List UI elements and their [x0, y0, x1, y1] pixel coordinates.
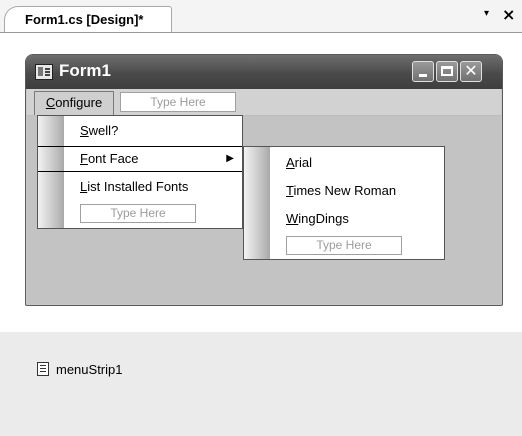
type-here-menubar[interactable]: Type Here	[120, 92, 236, 112]
menu-item-times-label: Times New Roman	[286, 183, 397, 198]
font-face-submenu: Arial Times New Roman WingDings Type Her…	[243, 146, 445, 260]
minimize-icon	[419, 74, 427, 77]
menu-item-times-new-roman[interactable]: Times New Roman	[244, 178, 444, 204]
menu-item-font-face-label: Font Face	[80, 151, 139, 166]
form-title: Form1	[59, 61, 111, 80]
component-tray	[0, 320, 522, 436]
menu-item-list-fonts-label: List Installed Fonts	[80, 179, 189, 194]
menu-item-list-installed-fonts[interactable]: List Installed Fonts	[38, 174, 242, 200]
menu-configure-mnemonic: C	[45, 95, 56, 110]
submenu-arrow-icon: ▶	[226, 153, 234, 164]
minimize-button[interactable]	[412, 61, 434, 82]
menu-item-swell-label: Swell?	[80, 123, 119, 138]
document-tab-title: Form1.cs [Design]*	[25, 12, 144, 27]
menu-item-swell[interactable]: Swell?	[38, 118, 242, 144]
menu-item-arial[interactable]: Arial	[244, 150, 444, 176]
type-here-font-face[interactable]: Type Here	[286, 236, 402, 255]
form-titlebar: Form1 ✕	[26, 55, 502, 89]
tray-item-menustrip[interactable]: menuStrip1	[56, 362, 122, 377]
menu-item-wingdings-label: WingDings	[286, 211, 349, 226]
configure-dropdown: Swell? Font Face ▶ List Installed Fonts …	[37, 115, 243, 229]
menu-item-font-face[interactable]: Font Face ▶	[38, 146, 242, 172]
close-window-icon: ✕	[464, 61, 478, 80]
type-here-configure[interactable]: Type Here	[80, 204, 196, 223]
menu-configure[interactable]: Configure	[34, 91, 114, 115]
document-tab-strip: Form1.cs [Design]* ▾ ×	[0, 0, 522, 32]
maximize-button[interactable]	[436, 61, 458, 82]
form-icon	[35, 64, 53, 80]
maximize-icon	[441, 66, 453, 76]
menu-item-arial-label: Arial	[286, 155, 313, 170]
menustrip-icon	[37, 362, 49, 376]
tab-dropdown-icon[interactable]: ▾	[484, 8, 489, 19]
close-button[interactable]: ✕	[460, 61, 482, 82]
menu-configure-label: onfigure	[55, 95, 103, 110]
document-tab[interactable]: Form1.cs [Design]*	[4, 6, 172, 32]
menu-item-wingdings[interactable]: WingDings	[244, 206, 444, 232]
menu-strip[interactable]: Configure Type Here	[27, 89, 501, 116]
close-icon[interactable]: ×	[502, 5, 515, 24]
